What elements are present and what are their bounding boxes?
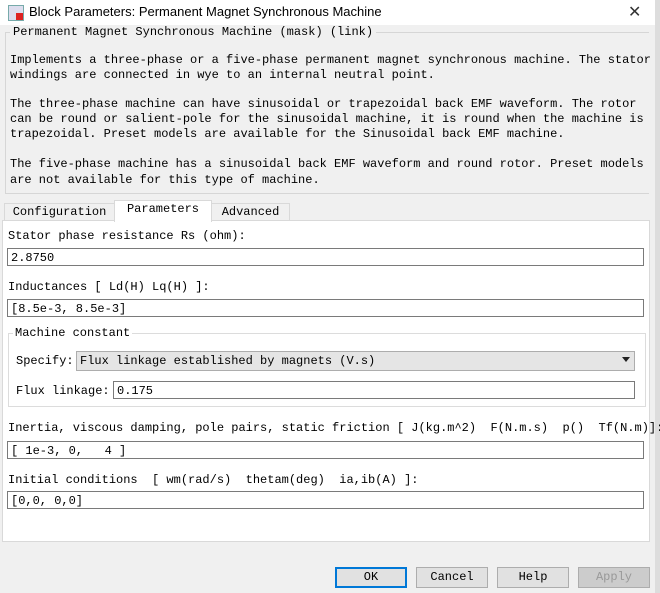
- description-line: The five-phase machine has a sinusoidal …: [10, 157, 644, 171]
- specify-label: Specify:: [16, 354, 74, 368]
- description-line: Implements a three-phase or a five-phase…: [10, 53, 651, 67]
- apply-button[interactable]: Apply: [578, 567, 650, 588]
- description-line: can be round or salient-pole for the sin…: [10, 112, 644, 126]
- rs-input[interactable]: 2.8750: [7, 248, 644, 266]
- cancel-button[interactable]: Cancel: [416, 567, 488, 588]
- help-button[interactable]: Help: [497, 567, 569, 588]
- description-line: The three-phase machine can have sinusoi…: [10, 97, 637, 111]
- close-icon[interactable]: ✕: [628, 2, 641, 21]
- description-line: windings are connected in wye to an inte…: [10, 68, 435, 82]
- inertia-input[interactable]: [ 1e-3, 0, 4 ]: [7, 441, 644, 459]
- simulink-block-icon: [8, 5, 24, 21]
- chevron-down-icon: [622, 357, 630, 362]
- rs-label: Stator phase resistance Rs (ohm):: [8, 229, 246, 243]
- machine-constant-legend: Machine constant: [13, 326, 133, 340]
- inductances-input[interactable]: [8.5e-3, 8.5e-3]: [7, 299, 644, 317]
- tab-advanced[interactable]: Advanced: [211, 203, 290, 221]
- description-line: are not available for this type of machi…: [10, 173, 320, 187]
- specify-value: Flux linkage established by magnets (V.s…: [80, 354, 376, 368]
- initial-conditions-input[interactable]: [0,0, 0,0]: [7, 491, 644, 509]
- background-window: [655, 0, 660, 593]
- inductances-label: Inductances [ Ld(H) Lq(H) ]:: [8, 280, 210, 294]
- inertia-label: Inertia, viscous damping, pole pairs, st…: [8, 421, 660, 435]
- ok-button[interactable]: OK: [335, 567, 407, 588]
- tab-configuration[interactable]: Configuration: [4, 203, 115, 221]
- window-title: Block Parameters: Permanent Magnet Synch…: [29, 4, 382, 19]
- flux-linkage-label: Flux linkage:: [16, 384, 110, 398]
- description-legend: Permanent Magnet Synchronous Machine (ma…: [10, 25, 377, 39]
- initial-conditions-label: Initial conditions [ wm(rad/s) thetam(de…: [8, 473, 419, 487]
- flux-linkage-input[interactable]: 0.175: [113, 381, 635, 399]
- description-line: trapezoidal. Preset models are available…: [10, 127, 565, 141]
- tab-parameters[interactable]: Parameters: [114, 200, 212, 222]
- specify-dropdown[interactable]: Flux linkage established by magnets (V.s…: [76, 351, 635, 371]
